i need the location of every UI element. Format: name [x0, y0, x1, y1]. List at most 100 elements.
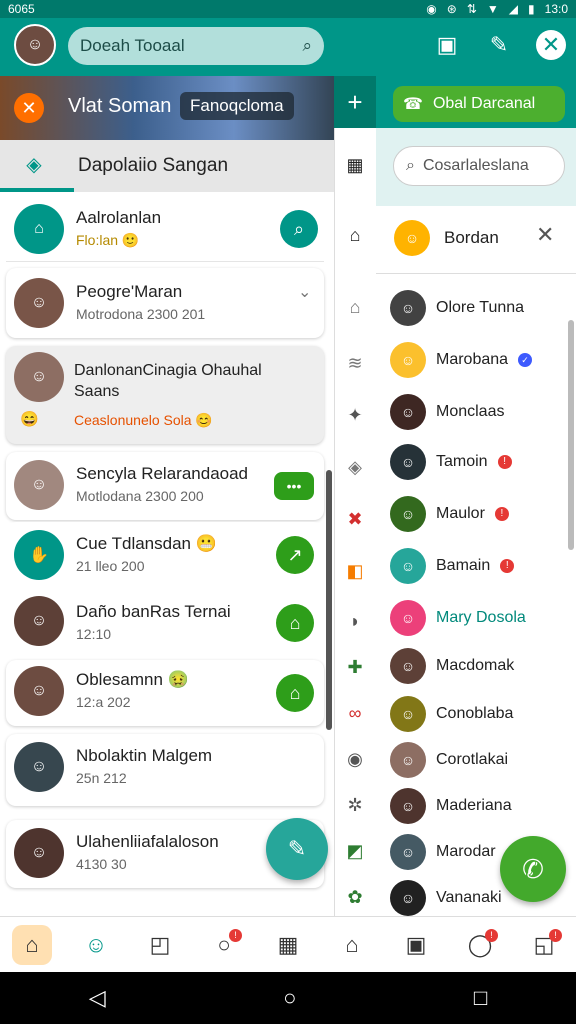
- list-item[interactable]: ✋ Cue Tdlansdan 😬 21 lleo 200 ↗: [6, 522, 324, 588]
- settings-icon[interactable]: ✕: [536, 30, 566, 60]
- search-action-icon[interactable]: ⌕: [280, 210, 318, 248]
- section-title: Dapolaiio Sangan: [78, 155, 229, 176]
- swirl-icon[interactable]: ◉: [334, 744, 376, 774]
- avatar: ☺: [390, 600, 426, 636]
- house-icon[interactable]: ⌂: [332, 925, 372, 965]
- contact-item[interactable]: ☺ Olore Tunna: [390, 286, 570, 330]
- more-button[interactable]: •••: [274, 472, 314, 500]
- home-outline-icon[interactable]: ⌂: [334, 220, 376, 250]
- search-icon: ⌕: [302, 36, 312, 55]
- contact-item[interactable]: ☺ Mary Dosola: [390, 596, 570, 640]
- diamond-icon[interactable]: ◈: [334, 452, 376, 482]
- list-item[interactable]: ⌂ Aalrolanlan Flo:lan 🙂 ⌕: [6, 196, 324, 262]
- avatar: ☺: [390, 394, 426, 430]
- leaf-icon[interactable]: ✚: [334, 652, 376, 682]
- contact-item[interactable]: ☺ Corotlakai: [390, 738, 570, 782]
- contact-item[interactable]: ☺ Bamain !: [390, 544, 570, 588]
- avatar: ☺: [14, 742, 64, 792]
- bird-icon[interactable]: ◗: [334, 606, 376, 636]
- contact-item[interactable]: ☺ Tamoin !: [390, 440, 570, 484]
- tag-icon: ◈: [26, 153, 42, 176]
- avatar: ☺: [390, 548, 426, 584]
- system-nav-bar: ◁ ○ □: [0, 972, 576, 1024]
- card-sub: Flo:lan 🙂: [76, 232, 140, 248]
- call-fab[interactable]: ✆: [500, 836, 566, 902]
- avatar: ☺: [390, 444, 426, 480]
- notification-badge-icon: !: [485, 928, 498, 942]
- contacts-search-input[interactable]: ⌕ Cosarlaleslana: [393, 146, 565, 186]
- current-user-row[interactable]: ☺ Bordan ✕: [376, 206, 576, 274]
- contact-name: Tamoin: [436, 453, 488, 470]
- message-icon[interactable]: ◰: [140, 925, 180, 965]
- avatar: ☺: [390, 648, 426, 684]
- section-header[interactable]: Dapolaiio Sangan: [0, 140, 334, 192]
- search-placeholder: Doeah Tooaal: [80, 36, 185, 55]
- layers-icon[interactable]: ≋: [334, 348, 376, 378]
- list-scrollbar[interactable]: [326, 470, 332, 730]
- contact-name: Bamain: [436, 557, 491, 574]
- card-name: Peogre'Maran: [76, 282, 183, 301]
- banner-tag[interactable]: Fanoqcloma: [180, 92, 294, 120]
- close-icon[interactable]: ✕: [536, 222, 554, 248]
- group-icon: ✋: [14, 530, 64, 580]
- contacts-scrollbar[interactable]: [568, 320, 574, 550]
- card-sub: 4130 30: [76, 856, 127, 872]
- home-action-icon[interactable]: ⌂: [276, 674, 314, 712]
- avatar: ☺: [390, 788, 426, 824]
- status-clock: 13:0: [544, 2, 568, 16]
- apps-icon[interactable]: ▦: [268, 925, 308, 965]
- card-sub: 12:10: [76, 626, 112, 642]
- gear-icon[interactable]: ✲: [334, 790, 376, 820]
- store-icon[interactable]: ⌂: [334, 292, 376, 322]
- list-item[interactable]: ☺ Nbolaktin Malgem 25n 212: [6, 734, 324, 806]
- home-circle-icon[interactable]: ○: [283, 985, 296, 1011]
- list-item[interactable]: ☺ DanlonanCinagia Ohauhal Saans 😄 Ceaslo…: [6, 346, 324, 444]
- compose-fab[interactable]: ✎: [266, 818, 328, 880]
- contact-name: Marodar: [436, 843, 496, 860]
- card-sub: Motrodona 2300 201: [76, 306, 206, 322]
- close-banner-icon[interactable]: ✕: [14, 93, 44, 123]
- contact-item[interactable]: ☺ Conoblaba: [390, 692, 570, 736]
- share-icon[interactable]: ↗: [276, 536, 314, 574]
- bubble-icon[interactable]: ○!: [204, 925, 244, 965]
- smile-icon[interactable]: ☺: [76, 925, 116, 965]
- notification-badge-icon: !: [500, 559, 515, 573]
- chat-icon[interactable]: ▣: [432, 30, 462, 60]
- contact-item[interactable]: ☺ Macdomak: [390, 644, 570, 688]
- chevron-down-icon[interactable]: ⌄: [298, 282, 311, 302]
- contact-item[interactable]: ☺ Marobana ✓: [390, 338, 570, 382]
- link-icon[interactable]: ∞: [334, 698, 376, 728]
- bookmark-icon[interactable]: ◱!: [524, 925, 564, 965]
- new-call-button[interactable]: ☎ Obal Darcanal: [393, 86, 565, 122]
- grid-icon[interactable]: ▦: [334, 150, 376, 180]
- share-network-icon[interactable]: ✿: [334, 882, 376, 912]
- avatar: ☺: [14, 596, 64, 646]
- gallery-icon[interactable]: ▣: [396, 925, 436, 965]
- back-icon[interactable]: ◁: [89, 985, 106, 1011]
- list-item[interactable]: ☺ Daño banRas Ternai 12:10 ⌂: [6, 590, 324, 656]
- flag-icon[interactable]: ◧: [334, 556, 376, 586]
- home-action-icon[interactable]: ⌂: [276, 604, 314, 642]
- chat-bubble-icon[interactable]: ◯!: [460, 925, 500, 965]
- pin-icon[interactable]: ✦: [334, 400, 376, 430]
- chart-icon[interactable]: ◩: [334, 836, 376, 866]
- status-time: 6065: [8, 2, 35, 16]
- contact-name: Marobana: [436, 351, 509, 368]
- search-input[interactable]: Doeah Tooaal ⌕: [68, 27, 324, 65]
- home-icon[interactable]: ⌂: [12, 924, 52, 965]
- list-item[interactable]: ☺ Peogre'Maran Motrodona 2300 201 ⌄: [6, 268, 324, 338]
- list-item[interactable]: ☺ Sencyla Relarandaoad Motlodana 2300 20…: [6, 452, 324, 520]
- avatar: ☺: [390, 696, 426, 732]
- top-actions: ▣ ✎ ✕: [432, 30, 566, 60]
- puzzle-icon[interactable]: ✖: [334, 504, 376, 534]
- add-icon[interactable]: +: [334, 76, 376, 128]
- contact-item[interactable]: ☺ Maderiana: [390, 784, 570, 828]
- recents-icon[interactable]: □: [474, 985, 487, 1011]
- status-bar: 6065 ◉ ⊛ ⇅ ▼ ◢ ▮ 13:0: [0, 0, 576, 18]
- contact-item[interactable]: ☺ Maulor !: [390, 492, 570, 536]
- contact-item[interactable]: ☺ Monclaas: [390, 390, 570, 434]
- profile-avatar[interactable]: ☺: [14, 24, 56, 66]
- card-name: Aalrolanlan: [76, 208, 162, 227]
- list-item[interactable]: ☺ Oblesamnn 🤢 12:a 202 ⌂: [6, 660, 324, 726]
- edit-icon[interactable]: ✎: [484, 30, 514, 60]
